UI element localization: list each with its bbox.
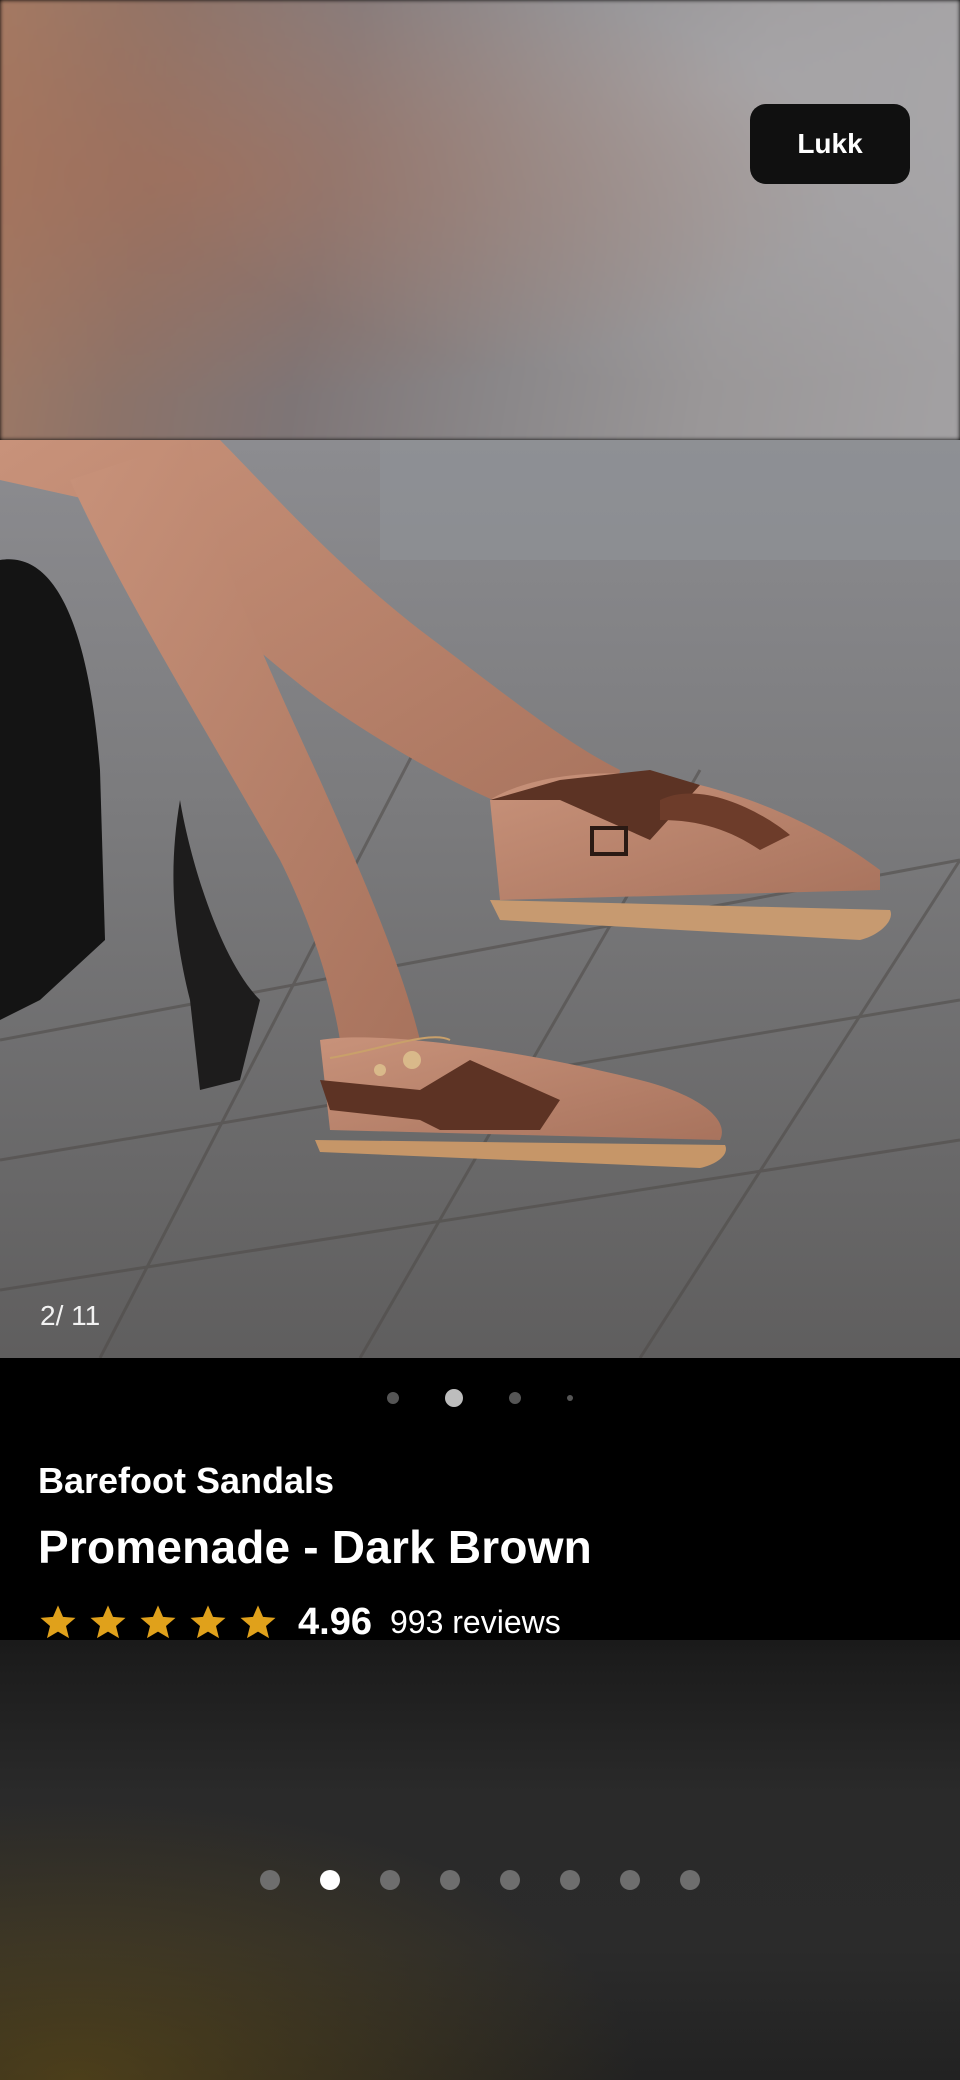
photo-pagination-dots (0, 1388, 960, 1408)
sandals-photo-illustration (0, 440, 960, 1358)
star-icon (190, 1605, 226, 1639)
product-name: Promenade - Dark Brown (38, 1521, 592, 1573)
product-info: Barefoot Sandals Promenade - Dark Brown (38, 1460, 918, 1574)
star-icon (240, 1605, 276, 1639)
gallery-dot[interactable] (440, 1870, 460, 1890)
rating-row[interactable]: 4.96 993 reviews (38, 1601, 561, 1643)
gallery-dot-active[interactable] (320, 1870, 340, 1890)
gallery-dot[interactable] (380, 1870, 400, 1890)
star-icon (40, 1605, 76, 1639)
image-counter: 2/ 11 (40, 1300, 101, 1331)
bottom-blurred-panel (0, 1640, 960, 2080)
close-button[interactable]: Lukk (750, 104, 910, 184)
rating-score: 4.96 (298, 1600, 372, 1643)
gallery-dot[interactable] (680, 1870, 700, 1890)
gallery-dot[interactable] (260, 1870, 280, 1890)
gallery-dot[interactable] (500, 1870, 520, 1890)
product-brand: Barefoot Sandals (38, 1460, 335, 1501)
photo-dot (509, 1392, 521, 1404)
gallery-dot[interactable] (560, 1870, 580, 1890)
photo-dot (567, 1395, 573, 1401)
blurred-background-image (0, 0, 960, 440)
star-icon (90, 1605, 126, 1639)
photo-dot-active (445, 1389, 463, 1407)
photo-dot (387, 1392, 399, 1404)
gallery-dot[interactable] (620, 1870, 640, 1890)
product-photo[interactable] (0, 440, 960, 1358)
reviews-count[interactable]: 993 reviews (390, 1604, 561, 1641)
gallery-pagination-dots (0, 1870, 960, 1890)
star-icon (140, 1605, 176, 1639)
